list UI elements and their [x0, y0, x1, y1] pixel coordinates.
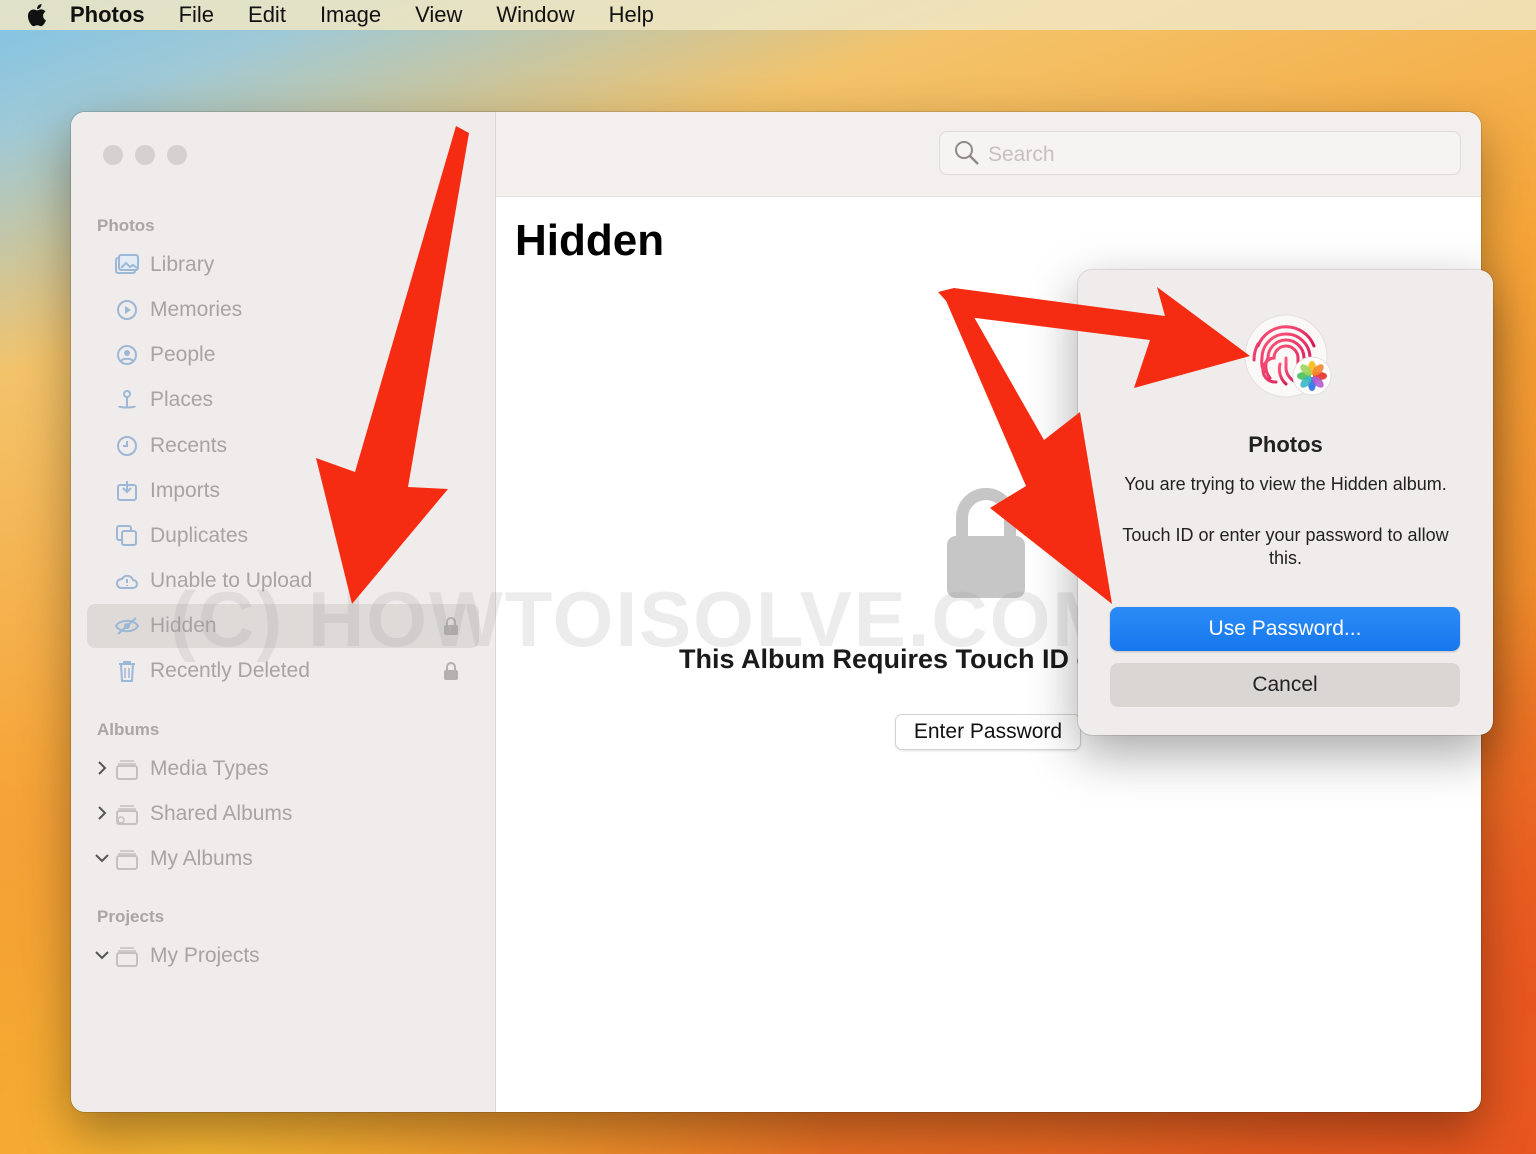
search-placeholder: Search — [988, 143, 1055, 166]
section-label-albums: Albums — [97, 720, 160, 739]
hidden-eye-icon — [115, 617, 139, 635]
shared-albums-icon — [116, 805, 138, 825]
menu-file[interactable]: File — [179, 2, 214, 28]
sidebar-item-shared-albums[interactable]: Shared Albums — [87, 792, 479, 836]
sidebar-item-label: Imports — [150, 479, 221, 502]
sidebar-item-label: Places — [150, 388, 214, 411]
photos-app-icon — [1292, 356, 1332, 396]
sidebar-item-label: My Albums — [150, 847, 253, 870]
window-controls — [103, 145, 187, 165]
sidebar-item-label: Memories — [150, 298, 243, 321]
sidebar-item-recents[interactable]: Recents — [87, 424, 479, 468]
chevron-down-icon[interactable] — [95, 850, 109, 866]
chevron-down-icon[interactable] — [95, 947, 109, 963]
recents-icon — [117, 436, 137, 456]
menu-help[interactable]: Help — [609, 2, 654, 28]
section-label-photos: Photos — [97, 216, 155, 235]
sidebar-item-my-albums[interactable]: My Albums — [87, 837, 479, 881]
enter-password-button[interactable]: Enter Password — [895, 714, 1081, 750]
menu-bar: Photos File Edit Image View Window Help — [0, 0, 1536, 30]
album-stack-icon — [116, 760, 138, 780]
apple-logo-icon[interactable] — [26, 3, 48, 27]
search-field[interactable]: Search — [939, 131, 1461, 175]
people-icon — [117, 345, 137, 365]
library-icon — [115, 254, 139, 274]
use-password-button[interactable]: Use Password... — [1110, 607, 1460, 651]
album-stack-icon — [116, 850, 138, 870]
menu-window[interactable]: Window — [496, 2, 574, 28]
touch-id-dialog: Photos You are trying to view the Hidden… — [1078, 270, 1493, 735]
section-label-projects: Projects — [97, 907, 165, 926]
sidebar-item-label: People — [150, 343, 216, 366]
toolbar: Search — [496, 112, 1481, 197]
search-icon — [955, 141, 979, 165]
sidebar-item-imports[interactable]: Imports — [87, 469, 479, 513]
watermark: (C) HOWTOISOLVE.COM — [170, 575, 1120, 663]
sidebar-item-label: Media Types — [150, 757, 269, 780]
sidebar-item-label: Duplicates — [150, 524, 249, 547]
cancel-button[interactable]: Cancel — [1110, 663, 1460, 707]
sidebar-item-label: Library — [150, 253, 215, 276]
places-icon — [118, 390, 136, 409]
dialog-message: You are trying to view the Hidden album. — [1124, 474, 1447, 494]
imports-icon — [117, 481, 137, 501]
touch-id-fingerprint-icon — [1244, 314, 1332, 398]
album-stack-icon — [116, 947, 138, 967]
sidebar-item-label: Shared Albums — [150, 802, 293, 825]
dialog-detail: Touch ID or enter your password to allow… — [1122, 525, 1449, 568]
duplicates-icon — [116, 525, 137, 546]
menu-edit[interactable]: Edit — [248, 2, 286, 28]
sidebar-item-memories[interactable]: Memories — [87, 288, 479, 332]
dialog-title: Photos — [1248, 432, 1323, 457]
zoom-window-button[interactable] — [167, 145, 187, 165]
sidebar-item-label: My Projects — [150, 944, 260, 967]
sidebar-item-duplicates[interactable]: Duplicates — [87, 514, 479, 558]
sidebar-item-people[interactable]: People — [87, 333, 479, 377]
close-window-button[interactable] — [103, 145, 123, 165]
minimize-window-button[interactable] — [135, 145, 155, 165]
sidebar-item-library[interactable]: Library — [87, 243, 479, 287]
trash-icon — [119, 661, 135, 682]
page-title: Hidden — [515, 216, 665, 265]
cloud-warning-icon — [115, 574, 138, 589]
menu-view[interactable]: View — [415, 2, 462, 28]
menu-image[interactable]: Image — [320, 2, 381, 28]
chevron-right-icon[interactable] — [95, 805, 109, 821]
memories-icon — [117, 300, 137, 320]
chevron-right-icon[interactable] — [95, 760, 109, 776]
sidebar-item-media-types[interactable]: Media Types — [87, 747, 479, 791]
sidebar-item-label: Recents — [150, 434, 228, 457]
sidebar-item-my-projects[interactable]: My Projects — [87, 934, 479, 978]
sidebar-item-places[interactable]: Places — [87, 378, 479, 422]
menu-photos[interactable]: Photos — [70, 2, 145, 28]
